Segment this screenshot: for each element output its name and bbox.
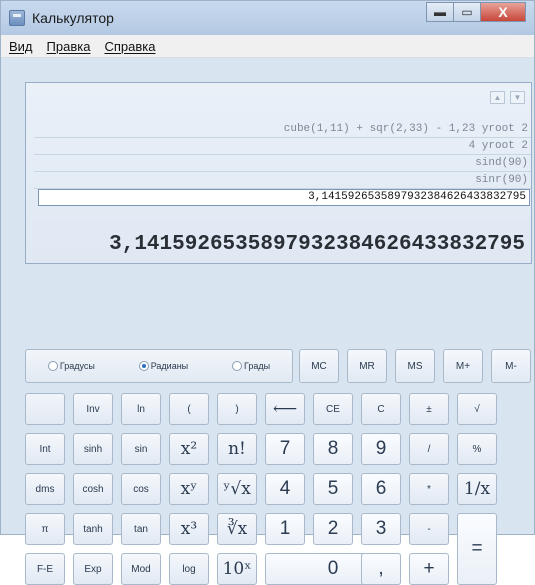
mod-button[interactable]: Mod xyxy=(121,553,161,585)
close-button[interactable]: X xyxy=(480,2,526,22)
log-button[interactable]: log xyxy=(169,553,209,585)
y-root-button[interactable]: ʸ√x xyxy=(217,473,257,505)
percent-button[interactable]: % xyxy=(457,433,497,465)
radio-selected-icon xyxy=(138,361,149,371)
digit-9-button[interactable]: 9 xyxy=(361,433,401,465)
cube-button[interactable]: x³ xyxy=(169,513,209,545)
square-button[interactable]: x² xyxy=(169,433,209,465)
radio-radians[interactable]: Радианы xyxy=(138,361,189,371)
digit-5-button[interactable]: 5 xyxy=(313,473,353,505)
history-down-button[interactable]: ▼ xyxy=(510,91,525,104)
memory-recall-button[interactable]: MR xyxy=(347,349,387,383)
calculator-body: ▲ ▼ cube(1,11) + sqr(2,33) - 1,23 yroot … xyxy=(1,58,534,585)
radio-grads-label: Грады xyxy=(243,361,271,371)
window-controls: ▬ ▭ X xyxy=(426,2,526,24)
digit-3-button[interactable]: 3 xyxy=(361,513,401,545)
expression-input[interactable]: 3,1415926535897932384626433832795 xyxy=(38,189,530,206)
sinh-button[interactable]: sinh xyxy=(73,433,113,465)
minus-button[interactable]: - xyxy=(409,513,449,545)
tan-button[interactable]: tan xyxy=(121,513,161,545)
backspace-button[interactable]: ⟵ xyxy=(265,393,305,425)
fe-button[interactable]: F-E xyxy=(25,553,65,585)
digit-8-button[interactable]: 8 xyxy=(313,433,353,465)
cosh-button[interactable]: cosh xyxy=(73,473,113,505)
memory-subtract-button[interactable]: M- xyxy=(491,349,531,383)
menu-bar: Вид Правка Справка xyxy=(1,35,534,58)
digit-7-button[interactable]: 7 xyxy=(265,433,305,465)
maximize-button[interactable]: ▭ xyxy=(453,2,481,22)
clear-entry-button[interactable]: CE xyxy=(313,393,353,425)
square-root-button[interactable]: √ xyxy=(457,393,497,425)
clear-button[interactable]: C xyxy=(361,393,401,425)
cube-root-button[interactable]: ∛x xyxy=(217,513,257,545)
sin-button[interactable]: sin xyxy=(121,433,161,465)
dms-button[interactable]: dms xyxy=(25,473,65,505)
menu-view[interactable]: Вид xyxy=(9,39,33,54)
radio-circle-icon xyxy=(231,361,242,371)
ln-button[interactable]: ln xyxy=(121,393,161,425)
exp-button[interactable]: Exp xyxy=(73,553,113,585)
memory-store-button[interactable]: MS xyxy=(395,349,435,383)
radio-grads[interactable]: Грады xyxy=(231,361,271,371)
radio-degrees[interactable]: Градусы xyxy=(47,361,95,371)
menu-help[interactable]: Справка xyxy=(104,39,155,54)
close-paren-button[interactable]: ) xyxy=(217,393,257,425)
result-value: 3,1415926535897932384626433832795 xyxy=(109,233,525,256)
reciprocal-button[interactable]: 1/x xyxy=(457,473,497,505)
radio-degrees-label: Градусы xyxy=(59,361,95,371)
memory-clear-button[interactable]: MC xyxy=(299,349,339,383)
calculator-window: Калькулятор ▬ ▭ X Вид Правка Справка ▲ ▼… xyxy=(0,0,535,585)
radio-radians-label: Радианы xyxy=(150,361,189,371)
history-line: sind(90) xyxy=(34,155,531,172)
menu-edit[interactable]: Правка xyxy=(47,39,91,54)
digit-6-button[interactable]: 6 xyxy=(361,473,401,505)
display-panel: ▲ ▼ cube(1,11) + sqr(2,33) - 1,23 yroot … xyxy=(25,82,532,264)
int-button[interactable]: Int xyxy=(25,433,65,465)
power-of-ten-button[interactable]: 10ˣ xyxy=(217,553,257,585)
memory-add-button[interactable]: M+ xyxy=(443,349,483,383)
history-scroll: ▲ ▼ xyxy=(490,91,525,104)
decimal-button[interactable]: , xyxy=(361,553,401,585)
history-list: cube(1,11) + sqr(2,33) - 1,23 yroot 2 4 … xyxy=(34,121,531,189)
inv-button[interactable]: Inv xyxy=(73,393,113,425)
divide-button[interactable]: / xyxy=(409,433,449,465)
cos-button[interactable]: cos xyxy=(121,473,161,505)
digit-2-button[interactable]: 2 xyxy=(313,513,353,545)
angle-unit-group: Градусы Радианы Грады xyxy=(25,349,293,383)
plus-button[interactable]: + xyxy=(409,553,449,585)
calculator-icon xyxy=(9,10,25,26)
history-line: 4 yroot 2 xyxy=(34,138,531,155)
negate-button[interactable]: ± xyxy=(409,393,449,425)
pi-button[interactable]: π xyxy=(25,513,65,545)
minimize-button[interactable]: ▬ xyxy=(426,2,454,22)
multiply-button[interactable]: * xyxy=(409,473,449,505)
history-up-button[interactable]: ▲ xyxy=(490,91,505,104)
blank-button xyxy=(25,393,65,425)
window-title: Калькулятор xyxy=(32,10,114,26)
equals-button[interactable]: = xyxy=(457,513,497,585)
power-button[interactable]: xʸ xyxy=(169,473,209,505)
tanh-button[interactable]: tanh xyxy=(73,513,113,545)
factorial-button[interactable]: n! xyxy=(217,433,257,465)
history-line: cube(1,11) + sqr(2,33) - 1,23 yroot 2 xyxy=(34,121,531,138)
history-line: sinr(90) xyxy=(34,172,531,189)
digit-4-button[interactable]: 4 xyxy=(265,473,305,505)
open-paren-button[interactable]: ( xyxy=(169,393,209,425)
digit-1-button[interactable]: 1 xyxy=(265,513,305,545)
title-bar[interactable]: Калькулятор ▬ ▭ X xyxy=(1,1,534,35)
radio-circle-icon xyxy=(47,361,58,371)
